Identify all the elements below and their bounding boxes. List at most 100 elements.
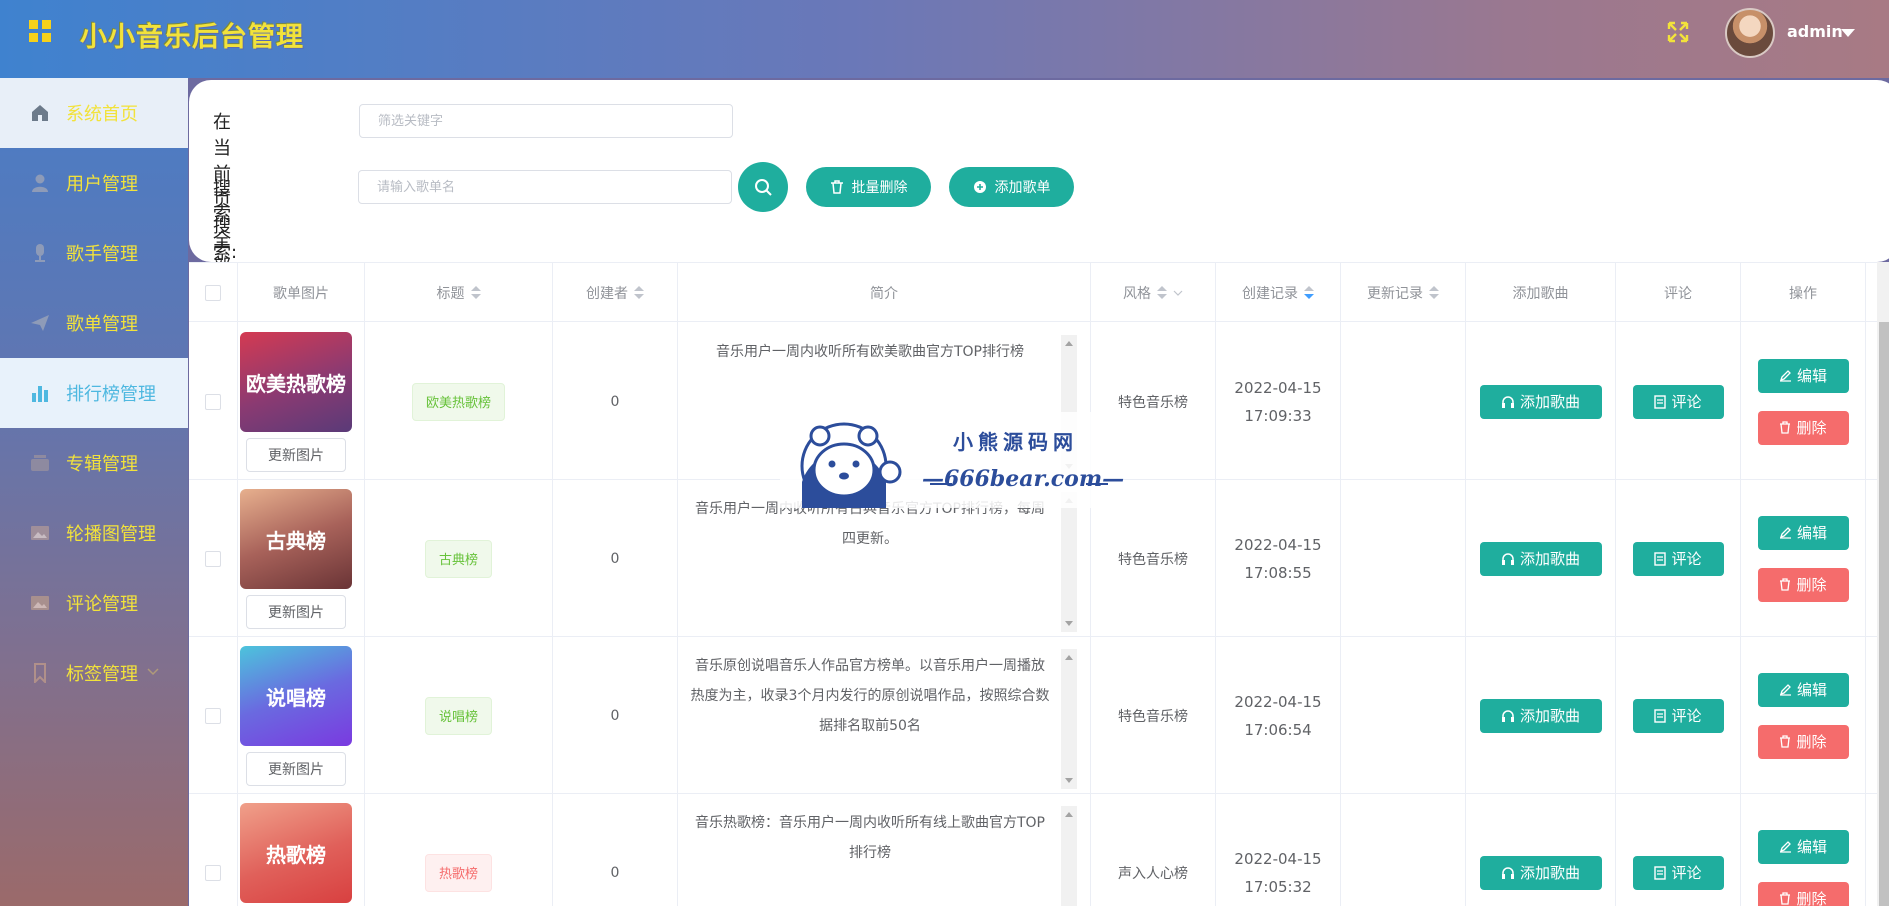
title-tag: 古典榜: [424, 539, 492, 578]
search-icon: [755, 179, 772, 196]
add-song-cell: 添加歌曲: [1466, 637, 1616, 794]
updated-cell: [1341, 637, 1466, 794]
comment-button[interactable]: 评论: [1632, 855, 1724, 890]
edit-icon: [1779, 370, 1791, 382]
page-scrollbar-thumb[interactable]: [1879, 322, 1889, 906]
col-creator[interactable]: 创建者: [553, 263, 678, 323]
edit-button[interactable]: 编辑: [1757, 515, 1849, 550]
comment-cell: 评论: [1616, 323, 1741, 480]
col-add-song: 添加歌曲: [1466, 263, 1616, 323]
sidebar-item-label: 专辑管理: [66, 454, 138, 475]
cover-image: 说唱榜: [240, 646, 352, 746]
col-created[interactable]: 创建记录: [1216, 263, 1341, 323]
sidebar-item-tags[interactable]: 标签管理: [0, 638, 188, 708]
search-button[interactable]: [738, 162, 788, 212]
sidebar-item-singers[interactable]: 歌手管理: [0, 218, 188, 288]
update-image-button[interactable]: 更新图片: [246, 438, 346, 472]
avatar[interactable]: [1725, 8, 1775, 58]
comment-label: 评论: [1671, 864, 1702, 882]
batch-delete-button[interactable]: 批量删除: [806, 167, 931, 207]
delete-button[interactable]: 删除: [1757, 724, 1849, 759]
all-search-input[interactable]: [358, 170, 732, 204]
update-image-button[interactable]: 更新图片: [246, 752, 346, 786]
action-cell: 编辑 删除: [1741, 637, 1866, 794]
chevron-down-icon[interactable]: [147, 668, 159, 676]
plus-circle-icon: [973, 181, 986, 193]
picture-icon: [30, 523, 50, 543]
select-all-checkbox[interactable]: [205, 285, 221, 301]
row-checkbox[interactable]: [205, 707, 221, 724]
comment-button[interactable]: 评论: [1632, 384, 1724, 419]
add-song-button[interactable]: 添加歌曲: [1479, 541, 1602, 576]
cover-image: 古典榜: [240, 489, 352, 589]
trash-icon: [1780, 578, 1791, 591]
sidebar-item-carousel[interactable]: 轮播图管理: [0, 498, 188, 568]
cover-image: 热歌榜: [240, 803, 352, 903]
add-playlist-button[interactable]: 添加歌单: [949, 167, 1074, 207]
document-icon: [1654, 551, 1667, 566]
col-title[interactable]: 标题: [365, 263, 553, 323]
row-select-cell: [189, 323, 238, 480]
intro-scrollbar[interactable]: [1061, 806, 1077, 906]
style-cell: 声入人心榜: [1091, 794, 1216, 906]
delete-label: 删除: [1796, 733, 1827, 751]
comment-button[interactable]: 评论: [1632, 541, 1724, 576]
add-song-button[interactable]: 添加歌曲: [1479, 855, 1602, 890]
col-creator-label: 创建者: [586, 286, 628, 302]
intro-scrollbar[interactable]: [1061, 492, 1077, 632]
sort-icon[interactable]: [1304, 286, 1314, 300]
col-updated[interactable]: 更新记录: [1341, 263, 1466, 323]
comment-label: 评论: [1671, 393, 1702, 411]
trash-icon: [1780, 892, 1791, 905]
menu-grid-icon[interactable]: [29, 20, 51, 42]
title-tag: 说唱榜: [424, 696, 492, 735]
delete-button[interactable]: 删除: [1757, 881, 1849, 906]
sort-icon[interactable]: [1429, 286, 1439, 300]
sidebar-item-playlists[interactable]: 歌单管理: [0, 288, 188, 358]
watermark-url: —666bear.com—: [922, 466, 1125, 492]
created-date: 2022-04-15 17:09:33: [1234, 378, 1322, 425]
col-style[interactable]: 风格: [1091, 263, 1216, 323]
fullscreen-icon[interactable]: [1666, 20, 1690, 44]
sort-icon[interactable]: [470, 286, 481, 300]
col-created-label: 创建记录: [1242, 286, 1298, 302]
sidebar-item-rankings[interactable]: 排行榜管理: [0, 358, 188, 428]
edit-button[interactable]: 编辑: [1757, 829, 1849, 864]
delete-button[interactable]: 删除: [1757, 567, 1849, 602]
comment-button[interactable]: 评论: [1632, 698, 1724, 733]
sidebar-item-home[interactable]: 系统首页: [0, 78, 188, 148]
delete-button[interactable]: 删除: [1757, 410, 1849, 445]
send-icon: [30, 313, 50, 333]
document-icon: [1654, 708, 1667, 723]
add-song-button[interactable]: 添加歌曲: [1479, 384, 1602, 419]
trash-icon: [1780, 421, 1791, 434]
add-song-button[interactable]: 添加歌曲: [1479, 698, 1602, 733]
user-name[interactable]: admin: [1787, 22, 1843, 41]
intro-text: 音乐用户一周内收听所有古典音乐官方TOP排行榜，每周四更新。: [694, 501, 1045, 547]
row-checkbox[interactable]: [205, 550, 221, 567]
batch-delete-label: 批量删除: [851, 180, 908, 196]
sidebar-item-users[interactable]: 用户管理: [0, 148, 188, 218]
row-checkbox[interactable]: [205, 864, 221, 881]
intro-scrollbar[interactable]: [1061, 649, 1077, 789]
edit-button[interactable]: 编辑: [1757, 672, 1849, 707]
sidebar-item-albums[interactable]: 专辑管理: [0, 428, 188, 498]
sidebar-item-comments[interactable]: 评论管理: [0, 568, 188, 638]
intro-text: 音乐热歌榜：音乐用户一周内收听所有线上歌曲官方TOP排行榜: [694, 815, 1045, 861]
row-checkbox[interactable]: [205, 393, 221, 410]
user-icon: [30, 173, 50, 193]
picture-icon: [30, 593, 50, 613]
cover-cell: 古典榜 更新图片: [238, 480, 365, 637]
edit-button[interactable]: 编辑: [1757, 358, 1849, 393]
add-song-cell: 添加歌曲: [1466, 480, 1616, 637]
page-search-input[interactable]: [359, 104, 733, 138]
microphone-icon: [30, 243, 50, 263]
delete-label: 删除: [1796, 890, 1827, 906]
sidebar-item-label: 评论管理: [66, 594, 138, 615]
sort-icon[interactable]: [1157, 286, 1167, 300]
chevron-down-icon[interactable]: [1841, 29, 1855, 37]
update-image-button[interactable]: 更新图片: [246, 595, 346, 629]
sort-icon[interactable]: [634, 286, 644, 300]
filter-chevron-icon[interactable]: [1173, 290, 1183, 296]
table-row: 说唱榜 更新图片 说唱榜 0 音乐原创说唱音乐人作品官方榜单。以音乐用户一周播放…: [189, 637, 1889, 794]
